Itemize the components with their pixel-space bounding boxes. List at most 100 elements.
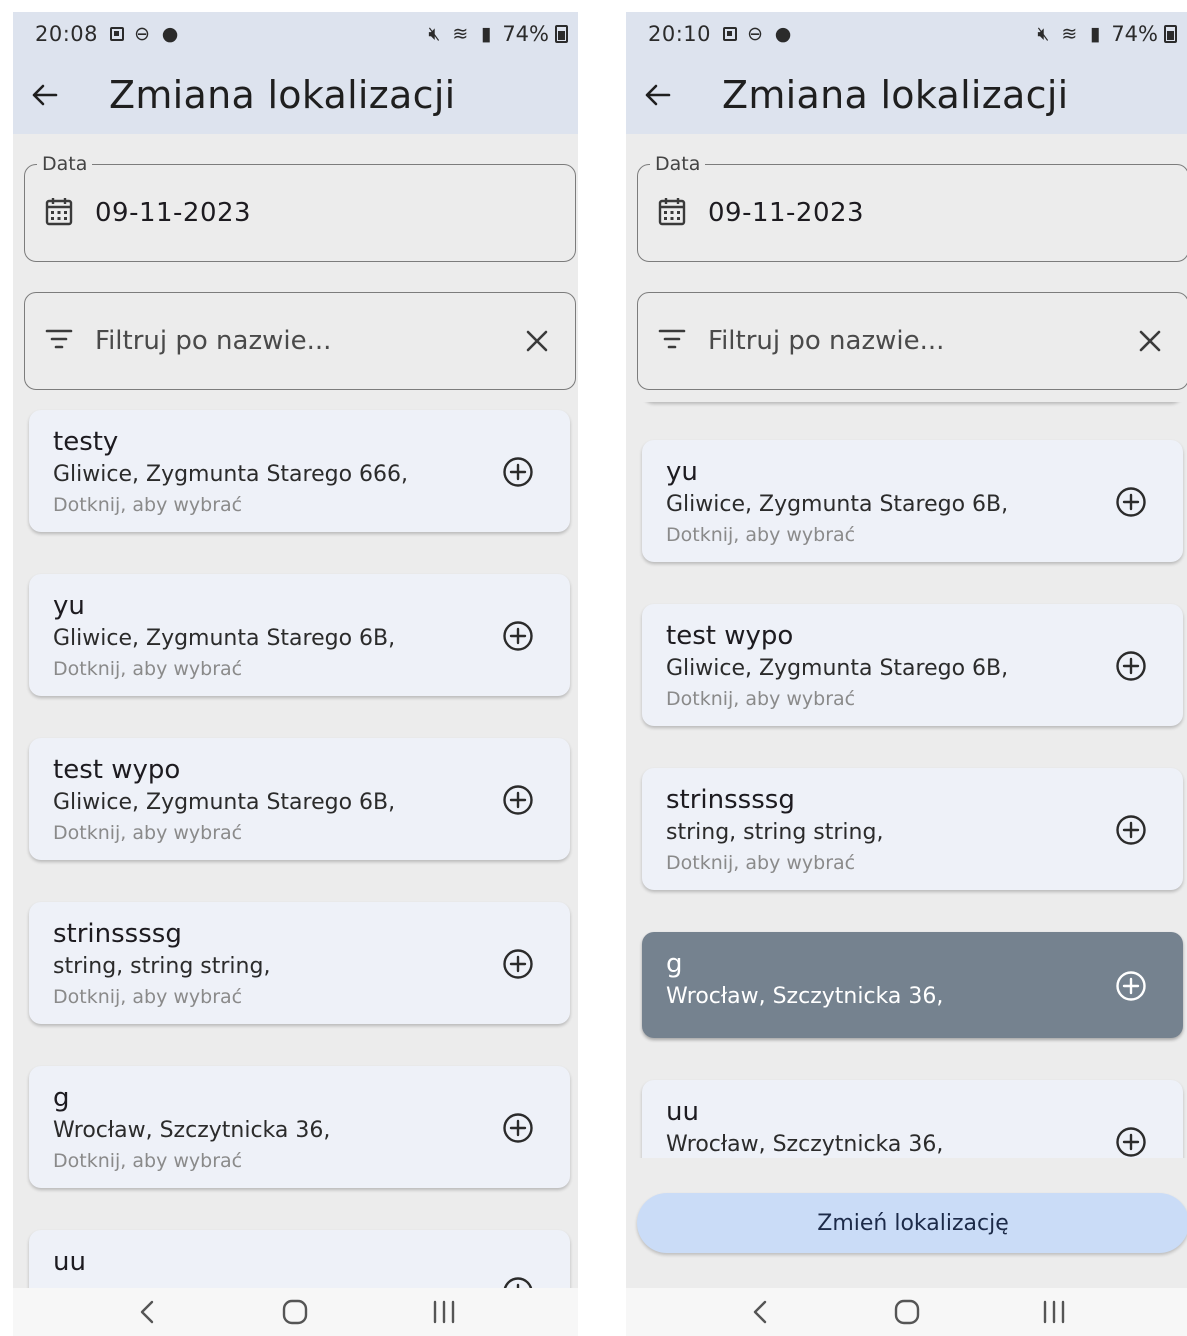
nav-home-icon[interactable] — [887, 1292, 927, 1332]
date-value: 09-11-2023 — [95, 198, 252, 228]
do-not-disturb-icon: ⊖ — [747, 23, 763, 45]
nav-back-icon[interactable] — [127, 1292, 167, 1332]
battery-percent: 74% — [1111, 22, 1158, 46]
location-list[interactable]: yu Gliwice, Zygmunta Starego 6B, Dotknij… — [626, 402, 1187, 1288]
account-notification-icon: ● — [161, 23, 179, 45]
nav-back-icon[interactable] — [740, 1292, 780, 1332]
nav-recents-icon[interactable] — [1034, 1292, 1074, 1332]
location-address: Wrocław, Szczytnicka 36, — [666, 984, 944, 1009]
location-name: test wypo — [53, 755, 181, 785]
calendar-icon — [658, 196, 686, 230]
location-address: string, string string, — [53, 954, 271, 979]
location-card[interactable]: yu Gliwice, Zygmunta Starego 6B, Dotknij… — [642, 440, 1183, 562]
system-nav-bar — [626, 1288, 1187, 1336]
system-nav-bar — [13, 1288, 578, 1336]
status-bar: 20:08 ⊖ ● 🔇︎ ≋ ▮ 74% — [13, 12, 578, 56]
location-address: Wrocław, Szczytnicka 36, — [666, 1132, 944, 1157]
filter-icon — [45, 328, 73, 354]
close-icon[interactable] — [521, 325, 553, 357]
filter-field — [637, 292, 1187, 390]
filter-icon — [658, 328, 686, 354]
phone-screen-right: 20:10 ⊖ ● 🔇︎ ≋ ▮ 74% Zmiana lokalizacji … — [626, 12, 1187, 1336]
date-value: 09-11-2023 — [708, 198, 865, 228]
location-address: Gliwice, Zygmunta Starego 6B, — [666, 492, 1009, 517]
location-card[interactable]: strinssssg string, string string, Dotkni… — [642, 768, 1183, 890]
add-circle-icon[interactable] — [502, 1112, 534, 1144]
location-hint: Dotknij, aby wybrać — [666, 688, 856, 710]
add-circle-icon[interactable] — [502, 1276, 534, 1288]
wifi-icon: ≋ — [1061, 23, 1078, 45]
phone-screen-left: 20:08 ⊖ ● 🔇︎ ≋ ▮ 74% Zmiana lokalizacji … — [13, 12, 578, 1336]
location-address: Gliwice, Zygmunta Starego 666, — [53, 462, 409, 487]
date-label: Data — [37, 153, 93, 175]
location-hint: Dotknij, aby wybrać — [53, 986, 243, 1008]
battery-percent: 74% — [502, 22, 549, 46]
calendar-icon — [45, 196, 73, 230]
add-circle-icon[interactable] — [1115, 814, 1147, 846]
wifi-icon: ≋ — [452, 23, 469, 45]
location-hint: Dotknij, aby wybrać — [666, 852, 856, 874]
location-card[interactable]: yu Gliwice, Zygmunta Starego 6B, Dotknij… — [29, 574, 570, 696]
mute-icon: 🔇︎ — [428, 23, 441, 45]
location-card[interactable]: uu — [29, 1230, 570, 1288]
add-circle-icon[interactable] — [502, 948, 534, 980]
nav-home-icon[interactable] — [275, 1292, 315, 1332]
add-circle-icon[interactable] — [502, 620, 534, 652]
page-title: Zmiana lokalizacji — [109, 73, 456, 117]
arrow-back-icon[interactable] — [634, 72, 680, 118]
status-time: 20:10 — [648, 22, 712, 46]
app-bar: Zmiana lokalizacji — [13, 56, 578, 134]
arrow-back-icon[interactable] — [21, 72, 67, 118]
location-address: Wrocław, Szczytnicka 36, — [53, 1118, 331, 1143]
battery-icon — [1164, 25, 1177, 43]
location-card[interactable]: strinssssg string, string string, Dotkni… — [29, 902, 570, 1024]
location-card-selected[interactable]: g Wrocław, Szczytnicka 36, — [642, 932, 1183, 1038]
gallery-notification-icon — [110, 27, 125, 41]
add-circle-icon[interactable] — [1115, 1126, 1147, 1158]
change-location-button[interactable]: Zmień lokalizację — [637, 1193, 1187, 1253]
add-circle-icon[interactable] — [502, 456, 534, 488]
location-card[interactable]: testy Gliwice, Zygmunta Starego 666, Dot… — [29, 410, 570, 532]
signal-icon: ▮ — [481, 23, 492, 45]
location-name: uu — [53, 1247, 86, 1277]
date-field[interactable]: Data 09-11-2023 — [24, 153, 576, 262]
location-address: Gliwice, Zygmunta Starego 6B, — [53, 626, 396, 651]
location-hint: Dotknij, aby wybrać — [53, 658, 243, 680]
status-bar: 20:10 ⊖ ● 🔇︎ ≋ ▮ 74% — [626, 12, 1187, 56]
nav-recents-icon[interactable] — [424, 1292, 464, 1332]
date-field[interactable]: Data 09-11-2023 — [637, 153, 1187, 262]
location-name: test wypo — [666, 621, 794, 651]
location-name: strinssssg — [666, 785, 795, 815]
location-list[interactable]: testy Gliwice, Zygmunta Starego 666, Dot… — [13, 402, 578, 1288]
filter-input[interactable] — [95, 326, 521, 356]
add-circle-icon[interactable] — [502, 784, 534, 816]
add-circle-icon[interactable] — [1115, 650, 1147, 682]
location-hint: Dotknij, aby wybrać — [53, 822, 243, 844]
location-name: testy — [53, 427, 119, 457]
close-icon[interactable] — [1134, 325, 1166, 357]
battery-icon — [555, 25, 568, 43]
add-circle-icon[interactable] — [1115, 970, 1147, 1002]
page-title: Zmiana lokalizacji — [722, 73, 1069, 117]
do-not-disturb-icon: ⊖ — [134, 23, 150, 45]
location-card[interactable]: g Wrocław, Szczytnicka 36, Dotknij, aby … — [29, 1066, 570, 1188]
status-time: 20:08 — [35, 22, 99, 46]
location-address: Gliwice, Zygmunta Starego 6B, — [53, 790, 396, 815]
location-name: yu — [53, 591, 85, 621]
location-name: yu — [666, 457, 698, 487]
location-name: strinssssg — [53, 919, 182, 949]
location-card[interactable]: test wypo Gliwice, Zygmunta Starego 6B, … — [642, 604, 1183, 726]
add-circle-icon[interactable] — [1115, 486, 1147, 518]
app-bar: Zmiana lokalizacji — [626, 56, 1187, 134]
account-notification-icon: ● — [774, 23, 792, 45]
filter-field — [24, 292, 576, 390]
signal-icon: ▮ — [1090, 23, 1101, 45]
location-name: g — [53, 1083, 70, 1113]
location-hint: Dotknij, aby wybrać — [53, 494, 243, 516]
date-label: Data — [650, 153, 706, 175]
filter-input[interactable] — [708, 326, 1134, 356]
location-hint: Dotknij, aby wybrać — [666, 524, 856, 546]
location-card[interactable]: test wypo Gliwice, Zygmunta Starego 6B, … — [29, 738, 570, 860]
location-address: Gliwice, Zygmunta Starego 6B, — [666, 656, 1009, 681]
gallery-notification-icon — [723, 27, 738, 41]
